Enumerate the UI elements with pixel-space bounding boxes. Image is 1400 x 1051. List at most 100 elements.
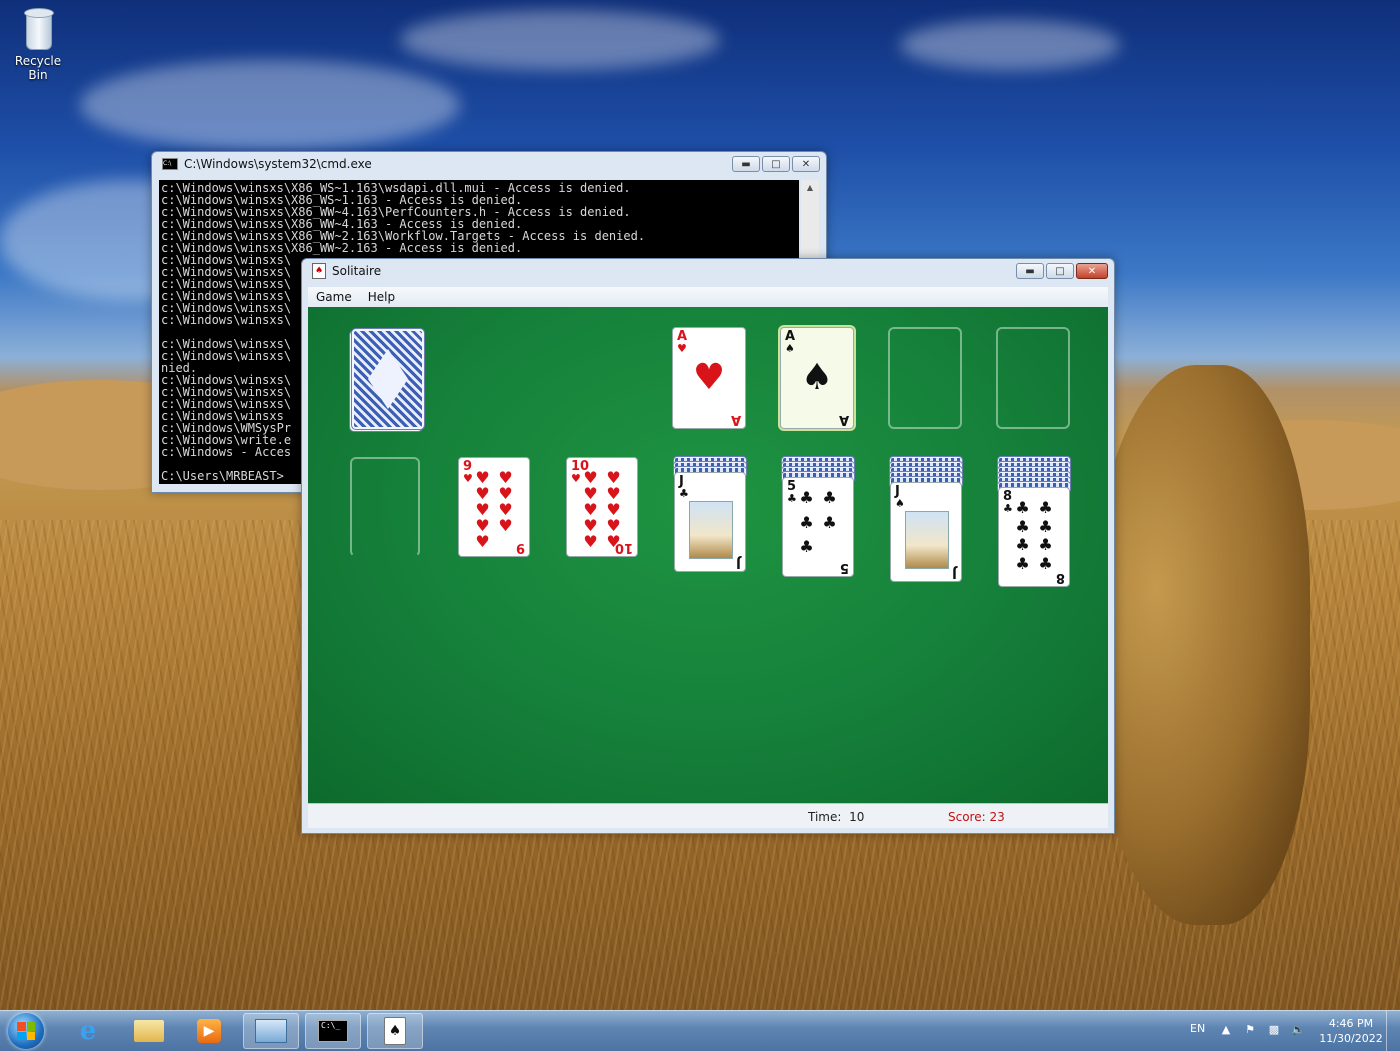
jack-face-art <box>905 511 949 569</box>
card-suit-icon: ♠ <box>785 342 795 355</box>
card-pips: ♣ ♣ ♣ ♣ ♣ ♣ ♣ ♣ <box>1011 500 1057 574</box>
cmd-icon: C:\ <box>162 158 178 170</box>
club-icon: ♣ <box>1038 498 1053 517</box>
clock-time: 4:46 PM <box>1328 1017 1374 1030</box>
tableau-card[interactable]: J ♠ J <box>890 482 962 582</box>
club-icon: ♣ <box>799 488 814 507</box>
card-rank: A <box>838 412 849 427</box>
card-rank: J <box>736 555 741 570</box>
club-icon: ♣ <box>799 537 814 557</box>
control-panel-icon <box>255 1019 287 1043</box>
time-readout: Time: 10 <box>808 810 864 824</box>
hay-bale <box>1090 365 1310 925</box>
volume-muted-icon[interactable]: 🔈 <box>1291 1023 1305 1037</box>
heart-icon: ♥ <box>498 516 513 535</box>
club-icon: ♣ <box>1015 498 1030 517</box>
network-icon[interactable]: ▩ <box>1267 1023 1281 1037</box>
language-indicator[interactable]: EN <box>1190 1022 1205 1035</box>
taskbar-ie[interactable]: e <box>60 1013 116 1049</box>
close-button[interactable]: ✕ <box>792 156 820 172</box>
scroll-up-icon[interactable]: ▲ <box>801 180 819 196</box>
solitaire-icon: ♠ <box>384 1017 406 1045</box>
card-rank: 10 <box>614 540 633 555</box>
card-pips: ♥ ♥ ♥ ♥ ♥ ♥ ♥ ♥ ♥ ♥ <box>579 470 625 550</box>
foundation-card[interactable]: A ♥ ♥ A <box>672 327 746 429</box>
clock[interactable]: 4:46 PM 11/30/2022 <box>1316 1016 1386 1046</box>
stock-card[interactable] <box>352 329 424 429</box>
maximize-button[interactable]: □ <box>762 156 790 172</box>
game-felt[interactable]: A ♥ ♥ A A ♠ ♠ A 9 ♥ ♥ ♥ ♥ ♥ ♥ ♥ ♥ ♥ ♥ 9 10 ♥ ♥ ♥ ♥ ♥ ♥ ♥ ♥ ♥ ♥… <box>308 307 1108 803</box>
solitaire-window[interactable]: ♠ Solitaire ▬ □ ✕ Game Help A ♥ ♥ A A ♠ … <box>301 258 1115 834</box>
card-suit-icon: ♣ <box>679 487 689 500</box>
spade-icon: ♠ <box>800 357 834 398</box>
solitaire-icon: ♠ <box>312 263 326 279</box>
tableau-empty-slot[interactable] <box>350 457 420 557</box>
taskbar-explorer[interactable] <box>121 1013 177 1049</box>
foundation-slot[interactable] <box>996 327 1070 429</box>
jack-face-art <box>689 501 733 559</box>
recycle-bin-icon <box>22 6 54 50</box>
menu-bar: Game Help <box>308 287 1108 307</box>
foundation-slot[interactable] <box>888 327 962 429</box>
time-label: Time: <box>808 810 842 824</box>
card-rank: 8 <box>1055 570 1065 585</box>
card-pips: ♣ ♣ ♣ ♣ ♣ <box>795 490 841 564</box>
solitaire-titlebar[interactable]: ♠ Solitaire ▬ □ ✕ <box>302 259 1114 283</box>
clock-date: 11/30/2022 <box>1319 1032 1383 1045</box>
desktop-icon-recycle-bin[interactable]: Recycle Bin <box>4 6 72 82</box>
cloud <box>900 20 1120 70</box>
tableau-card[interactable]: 9 ♥ ♥ ♥ ♥ ♥ ♥ ♥ ♥ ♥ ♥ 9 <box>458 457 530 557</box>
taskbar-media-player[interactable]: ▶ <box>181 1013 237 1049</box>
club-icon: ♣ <box>822 512 837 532</box>
score-label: Score: <box>948 810 986 824</box>
club-icon: ♣ <box>1038 553 1053 573</box>
cloud <box>80 60 460 150</box>
minimize-button[interactable]: ▬ <box>1016 263 1044 279</box>
cmd-title: C:\Windows\system32\cmd.exe <box>184 157 372 171</box>
club-icon: ♣ <box>1015 553 1030 573</box>
card-rank: J <box>952 565 957 580</box>
menu-game[interactable]: Game <box>308 290 360 304</box>
maximize-button[interactable]: □ <box>1046 263 1074 279</box>
card-rank: A <box>730 412 741 427</box>
tableau-card[interactable]: 10 ♥ ♥ ♥ ♥ ♥ ♥ ♥ ♥ ♥ ♥ ♥ 10 <box>566 457 638 557</box>
close-button[interactable]: ✕ <box>1076 263 1108 279</box>
score-readout: Score: 23 <box>948 810 1005 824</box>
taskbar: e ▶ C:\_ ♠ EN ▲ ⚑ ▩ 🔈 4:46 PM 11/30/2022 <box>0 1010 1400 1051</box>
taskbar-cmd[interactable]: C:\_ <box>305 1013 361 1049</box>
show-hidden-icons-icon[interactable]: ▲ <box>1219 1023 1233 1037</box>
tableau-card[interactable]: 8 ♣ ♣ ♣ ♣ ♣ ♣ ♣ ♣ ♣ 8 <box>998 487 1070 587</box>
club-icon: ♣ <box>1038 535 1053 554</box>
internet-explorer-icon: e <box>79 1016 97 1046</box>
tableau-card[interactable]: J ♣ J <box>674 472 746 572</box>
time-value: 10 <box>849 810 865 824</box>
action-center-flag-icon[interactable]: ⚑ <box>1243 1023 1257 1037</box>
status-bar: Time: 10 Score: 23 <box>308 803 1108 828</box>
card-rank: 9 <box>515 540 525 555</box>
cmd-icon: C:\_ <box>318 1020 348 1042</box>
explorer-folder-icon <box>134 1020 164 1042</box>
heart-icon: ♥ <box>583 532 598 551</box>
menu-help[interactable]: Help <box>360 290 403 304</box>
minimize-button[interactable]: ▬ <box>732 156 760 172</box>
club-icon: ♣ <box>1015 535 1030 554</box>
windows-logo-icon <box>17 1022 35 1040</box>
show-desktop-button[interactable] <box>1386 1011 1400 1051</box>
score-value: 23 <box>989 810 1005 824</box>
card-rank: 5 <box>839 560 849 575</box>
tableau-card[interactable]: 5 ♣ ♣ ♣ ♣ ♣ ♣ 5 <box>782 477 854 577</box>
card-pips: ♥ ♥ ♥ ♥ ♥ ♥ ♥ ♥ ♥ <box>471 470 517 550</box>
card-suit-icon: ♥ <box>677 342 687 355</box>
foundation-card[interactable]: A ♠ ♠ A <box>780 327 854 429</box>
cloud <box>400 10 720 70</box>
club-icon: ♣ <box>799 512 814 532</box>
club-icon: ♣ <box>822 488 837 507</box>
taskbar-solitaire[interactable]: ♠ <box>367 1013 423 1049</box>
heart-icon: ♥ <box>692 357 726 398</box>
media-player-icon: ▶ <box>197 1019 221 1043</box>
card-suit-icon: ♠ <box>895 497 905 510</box>
solitaire-title: Solitaire <box>332 264 382 278</box>
cmd-titlebar[interactable]: C:\ C:\Windows\system32\cmd.exe ▬ □ ✕ <box>152 152 826 176</box>
start-button[interactable] <box>8 1013 44 1049</box>
taskbar-control-panel[interactable] <box>243 1013 299 1049</box>
